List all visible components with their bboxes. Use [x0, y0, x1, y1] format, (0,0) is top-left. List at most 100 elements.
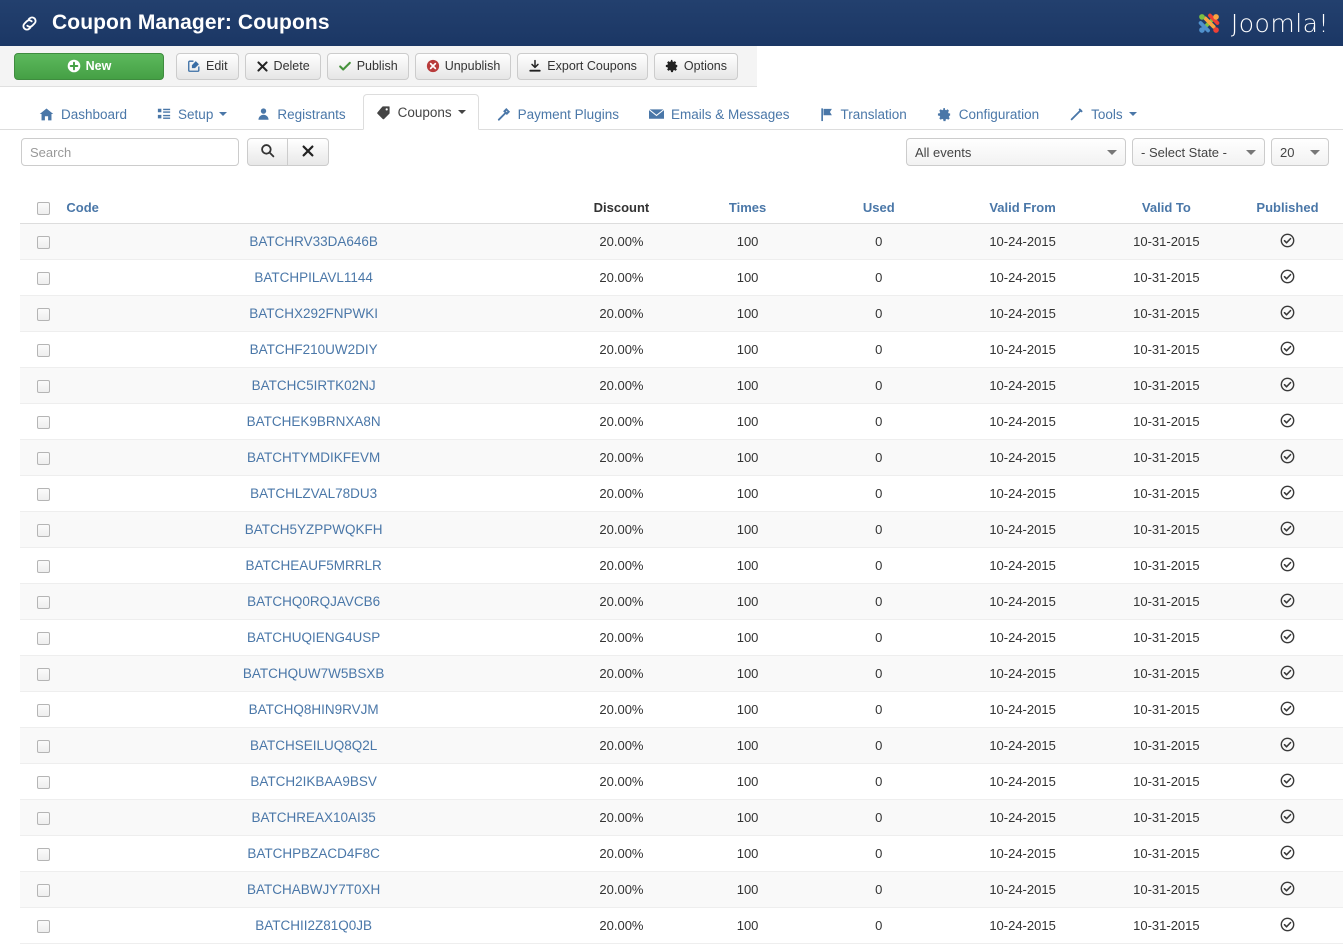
coupon-code-link[interactable]: BATCHQ0RQJAVCB6 — [247, 594, 380, 609]
published-check-circle-icon[interactable] — [1280, 701, 1295, 716]
published-check-circle-icon[interactable] — [1280, 917, 1295, 932]
table-row[interactable]: BATCHLZVAL78DU3 20.00% 100 0 10-24-2015 10-31… — [20, 475, 1343, 513]
row-checkbox[interactable] — [36, 560, 50, 574]
row-checkbox[interactable] — [36, 740, 50, 754]
unpublish-button[interactable]: Unpublish — [414, 52, 512, 80]
coupon-code-link[interactable]: BATCH5YZPPWQKFH — [245, 522, 383, 537]
row-checkbox[interactable] — [36, 848, 50, 862]
coupon-code-link[interactable]: BATCHEAUF5MRRLR — [246, 558, 382, 573]
published-check-circle-icon[interactable] — [1280, 269, 1295, 284]
clear-search-button[interactable] — [288, 138, 329, 166]
table-row[interactable]: BATCHQ0RQJAVCB6 20.00% 100 0 10-24-2015 10-31… — [20, 583, 1343, 621]
row-checkbox[interactable] — [36, 920, 50, 934]
select-all-checkbox[interactable] — [36, 202, 50, 216]
table-row[interactable]: BATCH5YZPPWQKFH 20.00% 100 0 10-24-2015 10-31… — [20, 511, 1343, 549]
row-checkbox[interactable] — [36, 416, 50, 430]
published-check-circle-icon[interactable] — [1280, 845, 1295, 860]
row-checkbox[interactable] — [36, 488, 50, 502]
published-check-circle-icon[interactable] — [1280, 305, 1295, 320]
row-checkbox[interactable] — [36, 344, 50, 358]
table-row[interactable]: BATCHABWJY7T0XH 20.00% 100 0 10-24-2015 10-31… — [20, 871, 1343, 909]
coupon-code-link[interactable]: BATCHQ8HIN9RVJM — [249, 702, 379, 717]
row-checkbox[interactable] — [36, 596, 50, 610]
row-checkbox[interactable] — [36, 812, 50, 826]
table-row[interactable]: BATCHPBZACD4F8C 20.00% 100 0 10-24-2015 10-31… — [20, 835, 1343, 873]
list-limit-select[interactable]: 20 — [1271, 138, 1329, 166]
nav-tab-payment-plugins[interactable]: Payment Plugins — [483, 97, 632, 130]
published-check-circle-icon[interactable] — [1280, 593, 1295, 608]
table-row[interactable]: BATCHII2Z81Q0JB 20.00% 100 0 10-24-2015 10-31… — [20, 907, 1343, 945]
column-header-used[interactable]: Used — [813, 192, 945, 225]
table-row[interactable]: BATCHUQIENG4USP 20.00% 100 0 10-24-2015 10-31… — [20, 619, 1343, 657]
published-check-circle-icon[interactable] — [1280, 737, 1295, 752]
coupon-code-link[interactable]: BATCHSEILUQ8Q2L — [250, 738, 377, 753]
published-check-circle-icon[interactable] — [1280, 233, 1295, 248]
published-check-circle-icon[interactable] — [1280, 413, 1295, 428]
export-coupons-button[interactable]: Export Coupons — [517, 52, 648, 80]
coupon-code-link[interactable]: BATCHII2Z81Q0JB — [255, 918, 372, 933]
nav-tab-tools[interactable]: Tools — [1056, 97, 1150, 130]
coupon-code-link[interactable]: BATCHPBZACD4F8C — [247, 846, 380, 861]
nav-tab-setup[interactable]: Setup — [144, 97, 240, 130]
published-check-circle-icon[interactable] — [1280, 449, 1295, 464]
table-row[interactable]: BATCHRV33DA646B 20.00% 100 0 10-24-2015 10-31… — [20, 223, 1343, 261]
coupon-code-link[interactable]: BATCHABWJY7T0XH — [247, 882, 380, 897]
event-filter-select[interactable]: All events — [906, 138, 1126, 166]
table-row[interactable]: BATCHEK9BRNXA8N 20.00% 100 0 10-24-2015 10-31… — [20, 403, 1343, 441]
published-check-circle-icon[interactable] — [1280, 521, 1295, 536]
options-button[interactable]: Options — [653, 52, 739, 80]
column-header-valid-to[interactable]: Valid To — [1100, 192, 1232, 225]
search-input[interactable] — [21, 138, 239, 166]
delete-button[interactable]: Delete — [244, 52, 321, 80]
publish-button[interactable]: Publish — [326, 52, 409, 80]
coupon-code-link[interactable]: BATCHF210UW2DIY — [250, 342, 378, 357]
search-button[interactable] — [247, 138, 288, 166]
row-checkbox[interactable] — [36, 884, 50, 898]
table-row[interactable]: BATCHQ8HIN9RVJM 20.00% 100 0 10-24-2015 10-31… — [20, 691, 1343, 729]
coupon-code-link[interactable]: BATCHEK9BRNXA8N — [247, 414, 381, 429]
published-check-circle-icon[interactable] — [1280, 485, 1295, 500]
coupon-code-link[interactable]: BATCHC5IRTK02NJ — [252, 378, 376, 393]
published-check-circle-icon[interactable] — [1280, 341, 1295, 356]
coupon-code-link[interactable]: BATCHTYMDIKFEVM — [247, 450, 380, 465]
table-row[interactable]: BATCH2IKBAA9BSV 20.00% 100 0 10-24-2015 10-31… — [20, 763, 1343, 801]
nav-tab-emails-messages[interactable]: Emails & Messages — [636, 97, 803, 130]
nav-tab-translation[interactable]: Translation — [807, 97, 920, 130]
published-check-circle-icon[interactable] — [1280, 809, 1295, 824]
table-row[interactable]: BATCHEAUF5MRRLR 20.00% 100 0 10-24-2015 10-31… — [20, 547, 1343, 585]
coupon-code-link[interactable]: BATCHUQIENG4USP — [247, 630, 380, 645]
state-filter-select[interactable]: - Select State - — [1132, 138, 1265, 166]
row-checkbox[interactable] — [36, 308, 50, 322]
published-check-circle-icon[interactable] — [1280, 773, 1295, 788]
nav-tab-coupons[interactable]: Coupons — [362, 94, 479, 130]
coupon-code-link[interactable]: BATCHX292FNPWKI — [249, 306, 378, 321]
table-row[interactable]: BATCHQUW7W5BSXB 20.00% 100 0 10-24-2015 10-31… — [20, 655, 1343, 693]
row-checkbox[interactable] — [36, 524, 50, 538]
row-checkbox[interactable] — [36, 380, 50, 394]
coupon-code-link[interactable]: BATCHRV33DA646B — [249, 234, 378, 249]
coupon-code-link[interactable]: BATCHPILAVL1144 — [254, 270, 373, 285]
nav-tab-dashboard[interactable]: Dashboard — [26, 97, 140, 130]
row-checkbox[interactable] — [36, 668, 50, 682]
column-header-times[interactable]: Times — [681, 192, 814, 225]
nav-tab-configuration[interactable]: Configuration — [924, 97, 1052, 130]
table-row[interactable]: BATCHC5IRTK02NJ 20.00% 100 0 10-24-2015 10-31… — [20, 367, 1343, 405]
row-checkbox[interactable] — [36, 704, 50, 718]
column-header-valid-from[interactable]: Valid From — [944, 192, 1101, 225]
published-check-circle-icon[interactable] — [1280, 629, 1295, 644]
row-checkbox[interactable] — [36, 236, 50, 250]
row-checkbox[interactable] — [36, 776, 50, 790]
published-check-circle-icon[interactable] — [1280, 557, 1295, 572]
published-check-circle-icon[interactable] — [1280, 665, 1295, 680]
coupon-code-link[interactable]: BATCHREAX10AI35 — [251, 810, 375, 825]
coupon-code-link[interactable]: BATCHQUW7W5BSXB — [243, 666, 385, 681]
coupon-code-link[interactable]: BATCHLZVAL78DU3 — [250, 486, 377, 501]
row-checkbox[interactable] — [36, 272, 50, 286]
table-row[interactable]: BATCHREAX10AI35 20.00% 100 0 10-24-2015 10-31… — [20, 799, 1343, 837]
coupon-code-link[interactable]: BATCH2IKBAA9BSV — [250, 774, 377, 789]
table-row[interactable]: BATCHPILAVL1144 20.00% 100 0 10-24-2015 10-31… — [20, 259, 1343, 297]
published-check-circle-icon[interactable] — [1280, 377, 1295, 392]
table-row[interactable]: BATCHX292FNPWKI 20.00% 100 0 10-24-2015 10-31… — [20, 295, 1343, 333]
row-checkbox[interactable] — [36, 632, 50, 646]
column-header-code[interactable]: Code — [66, 192, 561, 225]
